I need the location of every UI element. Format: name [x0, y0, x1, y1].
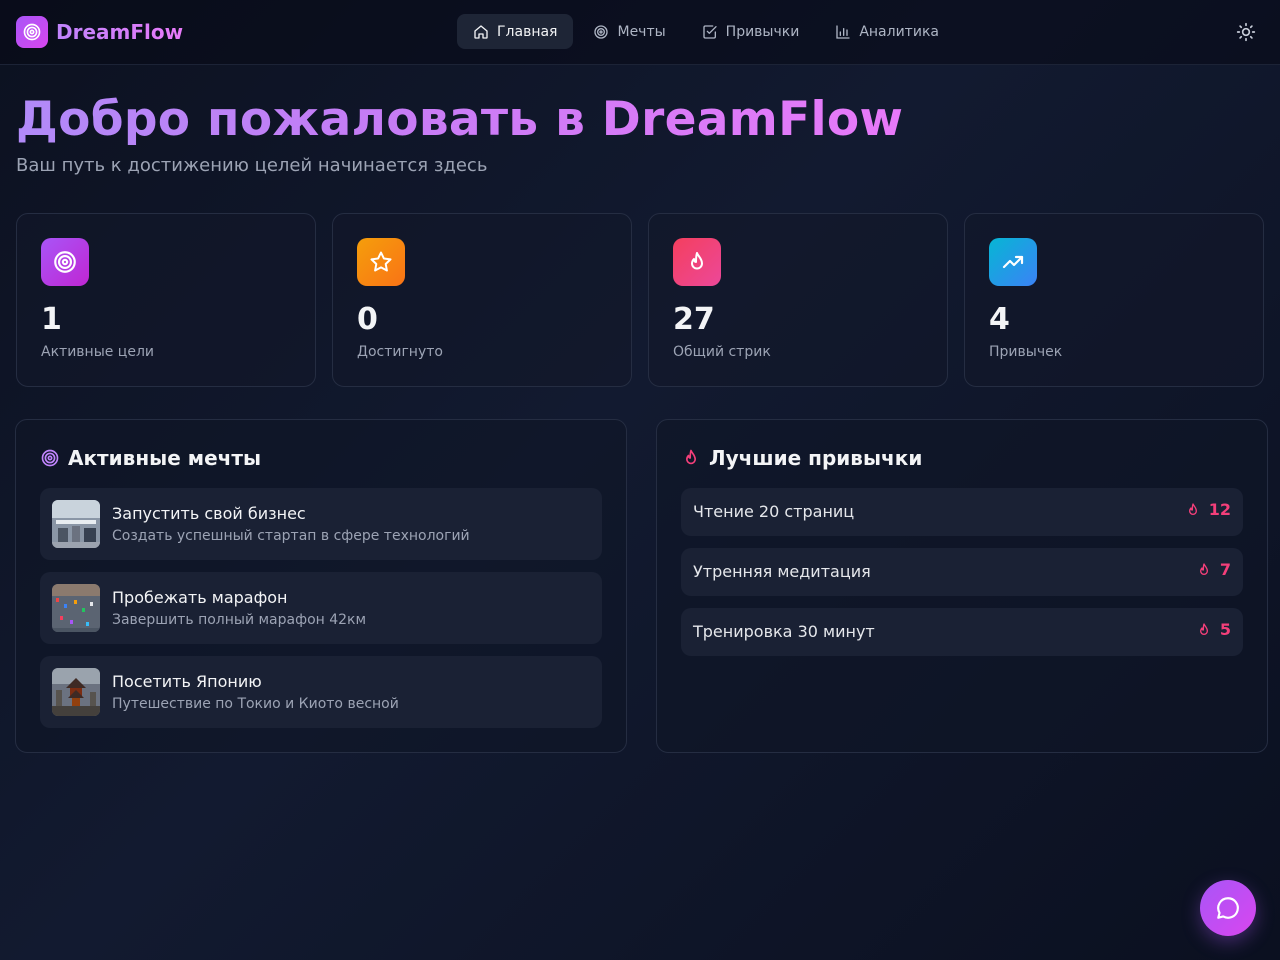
best-habits-panel: Лучшие привычки Чтение 20 страниц 12 Утр… — [656, 419, 1268, 753]
dream-title: Запустить свой бизнес — [112, 504, 306, 523]
dream-item[interactable]: Посетить Японию Путешествие по Токио и К… — [40, 656, 602, 728]
habit-item[interactable]: Чтение 20 страниц 12 — [681, 488, 1243, 536]
stat-value: 27 — [673, 302, 715, 337]
nav-item-label: Мечты — [617, 23, 666, 40]
stat-label: Активные цели — [41, 344, 154, 360]
nav-item-label: Привычки — [725, 23, 800, 40]
stat-card-habits: 4 Привычек — [964, 213, 1264, 387]
stat-card-achieved: 0 Достигнуто — [332, 213, 632, 387]
dream-title: Пробежать марафон — [112, 588, 288, 607]
habit-name: Утренняя медитация — [693, 562, 871, 581]
flame-icon — [686, 449, 696, 465]
dream-list: Запустить свой бизнес Создать успешный с… — [40, 488, 602, 740]
stat-value: 1 — [41, 302, 62, 337]
chat-bubble-icon — [1217, 897, 1239, 919]
top-navigation-bar: DreamFlow Главная Мечты Привычки Аналити… — [0, 0, 1280, 65]
nav-item-label: Главная — [497, 23, 558, 40]
habit-name: Чтение 20 страниц — [693, 502, 855, 521]
target-icon — [16, 16, 48, 48]
stat-card-total-streak: 27 Общий стрик — [648, 213, 948, 387]
panel-title-text: Лучшие привычки — [709, 446, 923, 470]
active-dreams-panel: Активные мечты Запустить свой бизнес Соз… — [15, 419, 627, 753]
nav-item-analytics[interactable]: Аналитика — [819, 14, 955, 49]
dream-description: Создать успешный стартап в сфере техноло… — [112, 528, 470, 544]
dream-description: Путешествие по Токио и Киото весной — [112, 696, 399, 712]
dream-item[interactable]: Запустить свой бизнес Создать успешный с… — [40, 488, 602, 560]
habit-streak: 5 — [1196, 620, 1231, 639]
star-icon — [357, 238, 405, 286]
habit-name: Тренировка 30 минут — [693, 622, 875, 641]
panel-title: Лучшие привычки — [681, 446, 922, 470]
habit-streak-count: 5 — [1219, 620, 1231, 639]
dream-image — [52, 668, 100, 716]
checkbox-icon — [703, 24, 717, 39]
theme-toggle-button[interactable] — [1234, 20, 1258, 44]
dream-image — [52, 584, 100, 632]
habit-item[interactable]: Тренировка 30 минут 5 — [681, 608, 1243, 656]
bar-chart-icon — [836, 24, 850, 39]
nav-item-habits[interactable]: Привычки — [686, 14, 816, 49]
stat-value: 0 — [357, 302, 378, 337]
nav-item-dreams[interactable]: Мечты — [577, 14, 681, 49]
target-icon — [594, 24, 609, 39]
target-icon — [41, 449, 59, 467]
stat-card-active-goals: 1 Активные цели — [16, 213, 316, 387]
brand[interactable]: DreamFlow — [16, 16, 183, 48]
habit-streak: 7 — [1196, 560, 1231, 579]
stat-value: 4 — [989, 302, 1010, 337]
dream-image — [52, 500, 100, 548]
habit-streak: 12 — [1185, 500, 1231, 519]
stats-row: 1 Активные цели 0 Достигнуто 27 Общий ст… — [16, 213, 1264, 387]
main-nav: Главная Мечты Привычки Аналитика — [457, 14, 959, 49]
habit-streak-count: 7 — [1219, 560, 1231, 579]
flame-icon — [1188, 502, 1197, 515]
habit-streak-count: 12 — [1208, 500, 1231, 519]
flame-icon — [1199, 622, 1208, 635]
stat-label: Достигнуто — [357, 344, 443, 360]
target-icon — [41, 238, 89, 286]
trending-up-icon — [989, 238, 1037, 286]
stat-label: Привычек — [989, 344, 1063, 360]
panel-title: Активные мечты — [40, 446, 261, 470]
page-subtitle: Ваш путь к достижению целей начинается з… — [16, 155, 488, 176]
dream-description: Завершить полный марафон 42км — [112, 612, 367, 628]
home-icon — [474, 24, 488, 39]
habit-list: Чтение 20 страниц 12 Утренняя медитация … — [681, 488, 1243, 668]
dream-title: Посетить Японию — [112, 672, 262, 691]
page-title: Добро пожаловать в DreamFlow — [16, 92, 904, 147]
habit-item[interactable]: Утренняя медитация 7 — [681, 548, 1243, 596]
stat-label: Общий стрик — [673, 344, 771, 360]
nav-item-home[interactable]: Главная — [457, 14, 574, 49]
panel-title-text: Активные мечты — [68, 446, 262, 470]
brand-name: DreamFlow — [56, 20, 184, 44]
flame-icon — [1199, 562, 1208, 575]
chat-button[interactable] — [1200, 880, 1256, 936]
flame-icon — [673, 238, 721, 286]
nav-item-label: Аналитика — [859, 23, 939, 40]
sun-icon — [1236, 22, 1256, 42]
dream-item[interactable]: Пробежать марафон Завершить полный мараф… — [40, 572, 602, 644]
